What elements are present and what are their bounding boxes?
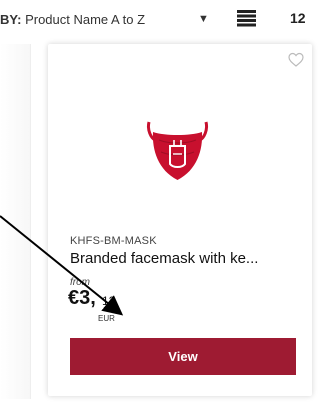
list-view-icon[interactable]	[237, 10, 256, 27]
view-button[interactable]: View	[70, 338, 296, 375]
items-per-page[interactable]: 12	[290, 10, 306, 26]
price-currency: EUR	[98, 314, 115, 323]
sort-by-label: BY:	[0, 12, 22, 27]
product-sku: KHFS-BM-MASK	[70, 235, 157, 247]
product-price: €3,	[68, 287, 96, 309]
facemask-image	[147, 121, 208, 180]
caret-down-icon[interactable]: ▼	[198, 13, 209, 25]
sort-by-dropdown[interactable]: BY: Product Name A to Z	[0, 12, 145, 27]
product-name[interactable]: Branded facemask with ke...	[70, 250, 300, 267]
heart-outline-icon[interactable]	[288, 52, 304, 68]
previous-card-edge	[0, 44, 31, 399]
sort-by-value: Product Name A to Z	[25, 12, 146, 27]
product-card[interactable]: KHFS-BM-MASK Branded facemask with ke...…	[48, 44, 312, 396]
product-price-cents: 12	[102, 294, 116, 308]
